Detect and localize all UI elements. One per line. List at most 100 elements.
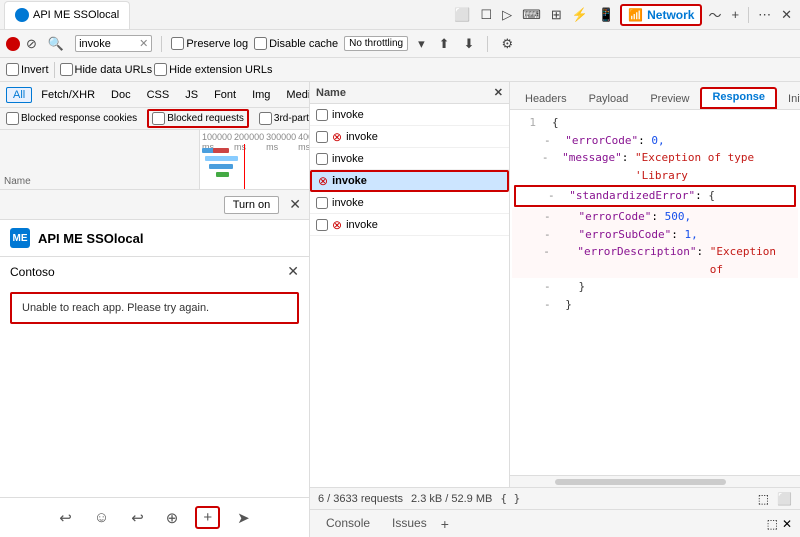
filter-font-btn[interactable]: Font (207, 87, 243, 103)
row3-checkbox[interactable] (316, 153, 328, 165)
row5-checkbox[interactable] (316, 197, 328, 209)
sources-icon[interactable]: ⌨ (518, 5, 545, 25)
tab-initiator[interactable]: Initiator (777, 90, 800, 109)
hide-data-urls-checkbox[interactable]: Hide data URLs (60, 63, 153, 76)
contoso-close-button[interactable]: ✕ (287, 263, 299, 280)
clear-search-icon[interactable]: ✕ (139, 37, 148, 50)
wifi-icon: 📶 (628, 8, 643, 22)
device-icon[interactable]: 📱 (594, 5, 618, 25)
performance-icon[interactable]: ⚡ (568, 5, 592, 25)
tab-payload[interactable]: Payload (578, 90, 640, 109)
undock-icon-btn[interactable]: ⬚ (758, 492, 769, 506)
row2-checkbox[interactable] (316, 131, 328, 143)
contoso-label: Contoso (10, 265, 55, 279)
filter-fetch-btn[interactable]: Fetch/XHR (34, 87, 102, 103)
third-party-checkbox[interactable]: 3rd-party requests (259, 112, 310, 125)
console-icon[interactable]: ▷ (498, 5, 516, 25)
request-row[interactable]: invoke (310, 148, 509, 170)
network-split: Name ✕ invoke ⊗ invoke invoke ⊗ i (310, 82, 800, 487)
scrollbar-thumb[interactable] (555, 479, 727, 485)
tab-headers[interactable]: Headers (514, 90, 578, 109)
attach-icon-btn[interactable]: ↩ (126, 506, 149, 530)
timeline-name-header: Name (0, 130, 200, 189)
blocked-cookies-checkbox[interactable]: Blocked response cookies (6, 112, 137, 125)
emoji-icon-btn[interactable]: ☺ (89, 506, 114, 529)
throttle-down-icon[interactable]: ▾ (414, 34, 429, 54)
send-icon-btn[interactable]: ➤ (232, 506, 255, 530)
search-button[interactable]: 🔍 (43, 34, 69, 54)
request-row[interactable]: invoke (310, 104, 509, 126)
filter-all-btn[interactable]: All (6, 87, 32, 103)
contoso-row: Contoso ✕ (0, 257, 309, 286)
record-button[interactable] (6, 37, 20, 51)
row5-name: invoke (332, 197, 364, 209)
preserve-log-checkbox[interactable]: Preserve log (171, 37, 248, 50)
screenshot-icon[interactable]: ⬜ (450, 5, 474, 25)
performance-insights-icon[interactable]: 〜 (704, 3, 725, 26)
clear-button[interactable]: ⊘ (26, 36, 37, 52)
horizontal-scrollbar[interactable] (510, 475, 800, 487)
close-panel-button[interactable]: ✕ (289, 196, 301, 213)
active-tab[interactable]: API ME SSOlocal (4, 1, 130, 29)
import-icon[interactable]: ⬆ (435, 34, 454, 54)
request-list-header: Name ✕ (310, 82, 509, 104)
hide-ext-urls-checkbox[interactable]: Hide extension URLs (154, 63, 272, 76)
third-party-input[interactable] (259, 112, 272, 125)
disable-cache-checkbox[interactable]: Disable cache (254, 37, 338, 50)
json-line-8: - } (512, 278, 798, 296)
sso-icon: ME (10, 228, 30, 248)
tbar-4 (213, 148, 229, 153)
throttle-button[interactable]: No throttling (344, 36, 408, 51)
add-console-tab-btn[interactable]: + (441, 516, 449, 532)
request-row-selected[interactable]: ⊗ invoke (310, 170, 509, 192)
issues-tab-btn[interactable]: Issues (384, 514, 435, 534)
export-icon[interactable]: ⬇ (460, 34, 479, 54)
search-wrap: ✕ (75, 35, 152, 52)
console-tab-btn[interactable]: Console (318, 514, 378, 534)
request-row[interactable]: invoke (310, 192, 509, 214)
invert-input[interactable] (6, 63, 19, 76)
filter-media-btn[interactable]: Media (279, 87, 310, 103)
hide-ext-urls-input[interactable] (154, 63, 167, 76)
console-undock-icon[interactable]: ⬚ (767, 517, 778, 531)
close-devtools-icon[interactable]: ✕ (777, 5, 796, 25)
row6-checkbox[interactable] (316, 219, 328, 231)
request-row[interactable]: ⊗ invoke (310, 126, 509, 148)
invert-checkbox[interactable]: Invert (6, 63, 49, 76)
search-input[interactable] (79, 38, 139, 50)
add-tab-icon[interactable]: + (728, 5, 744, 24)
filter-doc-btn[interactable]: Doc (104, 87, 138, 103)
blocked-requests-checkbox[interactable]: Blocked requests (147, 109, 249, 128)
tab-preview[interactable]: Preview (639, 90, 700, 109)
preserve-log-input[interactable] (171, 37, 184, 50)
size-info: 2.3 kB / 52.9 MB (411, 493, 492, 505)
inspector-icon[interactable]: ☐ (476, 5, 496, 25)
filter-img-btn[interactable]: Img (245, 87, 277, 103)
filter-js-btn[interactable]: JS (178, 87, 205, 103)
resize-handle[interactable]: ✕ (494, 86, 503, 99)
filter-css-btn[interactable]: CSS (140, 87, 177, 103)
more-tools-icon[interactable]: ⋯ (754, 5, 775, 25)
blocked-cookies-input[interactable] (6, 112, 19, 125)
row1-checkbox[interactable] (316, 109, 328, 121)
settings-icon[interactable]: ⚙ (497, 34, 517, 54)
sso-title: API ME SSOlocal (38, 231, 143, 246)
request-row[interactable]: ⊗ invoke (310, 214, 509, 236)
undo-icon-btn[interactable]: ↩ (54, 506, 77, 530)
dock-right-icon-btn[interactable]: ⬜ (777, 492, 792, 506)
row4-name: invoke (332, 175, 367, 187)
row1-name: invoke (332, 109, 364, 121)
console-close-icon[interactable]: ✕ (782, 517, 792, 531)
tab-response[interactable]: Response (700, 87, 777, 109)
row3-name: invoke (332, 153, 364, 165)
add-button[interactable]: + (195, 506, 220, 529)
network-tab[interactable]: 📶 Network (620, 4, 702, 26)
elements-icon[interactable]: ⊞ (547, 5, 566, 25)
hide-data-urls-input[interactable] (60, 63, 73, 76)
mention-icon-btn[interactable]: ⊕ (161, 506, 184, 530)
browser-tab-bar: API ME SSOlocal ⬜ ☐ ▷ ⌨ ⊞ ⚡ 📱 📶 Network … (0, 0, 800, 30)
disable-cache-input[interactable] (254, 37, 267, 50)
turn-on-button[interactable]: Turn on (224, 196, 280, 214)
sso-title-row: ME API ME SSOlocal (0, 220, 309, 257)
blocked-requests-input[interactable] (152, 112, 165, 125)
